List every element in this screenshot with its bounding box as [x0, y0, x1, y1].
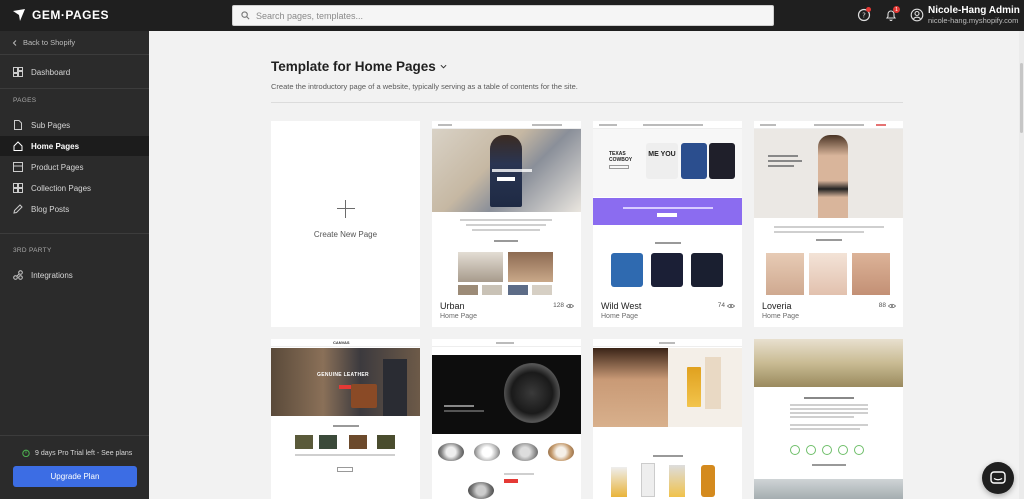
- view-count: 74: [718, 302, 735, 309]
- user-menu[interactable]: Nicole-Hang Admin nicole-hang.myshopify.…: [928, 5, 1020, 26]
- eye-icon: [888, 303, 896, 308]
- sidebar-item-label: Collection Pages: [31, 183, 92, 193]
- plus-icon: [336, 199, 355, 218]
- user-shop: nicole-hang.myshopify.com: [928, 16, 1019, 25]
- dashboard-icon: [13, 67, 23, 77]
- page-title[interactable]: Template for Home Pages: [271, 59, 447, 74]
- template-thumbnail: [593, 339, 742, 499]
- sidebar-item-label: Integrations: [31, 270, 73, 280]
- template-card-nature[interactable]: [754, 339, 903, 499]
- sidebar-item-home-pages[interactable]: Home Pages: [0, 136, 149, 156]
- divider: [0, 54, 149, 55]
- view-count-value: 128: [553, 302, 564, 309]
- template-thumbnail: [754, 339, 903, 499]
- sidebar-item-label: Blog Posts: [31, 204, 70, 214]
- user-avatar-icon[interactable]: [910, 8, 924, 22]
- help-dot: [866, 7, 871, 12]
- template-card-canvas[interactable]: CANVAS GENUINE LEATHER: [271, 339, 420, 499]
- view-count-value: 88: [878, 302, 886, 309]
- template-name: Loveria: [762, 301, 792, 311]
- thumb-headline: TEXAS COWBOY: [609, 151, 633, 163]
- divider: [0, 233, 149, 234]
- template-name: Wild West: [601, 301, 642, 311]
- chevron-down-icon: [440, 64, 447, 69]
- search-input[interactable]: [256, 10, 736, 21]
- eye-icon: [566, 303, 574, 308]
- trial-notice[interactable]: 9 days Pro Trial left - See plans: [22, 449, 132, 457]
- svg-text:?: ?: [862, 12, 866, 20]
- sidebar-item-label: Sub Pages: [31, 120, 71, 130]
- template-thumbnail: CANVAS GENUINE LEATHER: [271, 339, 420, 499]
- sidebar-item-blog-posts[interactable]: Blog Posts: [0, 199, 149, 219]
- thumb-tshirt-text: ME YOU: [646, 143, 678, 179]
- sidebar-item-sub-pages[interactable]: Sub Pages: [0, 115, 149, 135]
- template-card-watch[interactable]: [432, 339, 581, 499]
- pencil-icon: [13, 204, 23, 214]
- scrollbar[interactable]: [1019, 31, 1024, 499]
- template-card-perfume[interactable]: [593, 339, 742, 499]
- section-label-pages: PAGES: [13, 97, 37, 104]
- view-count: 128: [553, 302, 574, 309]
- template-thumbnail: [754, 121, 903, 295]
- timer-icon: [22, 449, 30, 457]
- user-name: Nicole-Hang Admin: [928, 5, 1020, 16]
- page-description: Create the introductory page of a websit…: [271, 82, 578, 91]
- divider: [271, 102, 903, 103]
- sidebar-item-label: Dashboard: [31, 67, 71, 77]
- search-bar[interactable]: [232, 5, 774, 26]
- view-count-value: 74: [717, 302, 725, 309]
- thumb-logo: CANVAS: [333, 340, 350, 345]
- chat-icon: [990, 470, 1006, 484]
- eye-icon: [727, 303, 735, 308]
- integrations-icon: [13, 270, 23, 280]
- page-title-text: Template for Home Pages: [271, 59, 436, 74]
- back-label: Back to Shopify: [23, 38, 76, 47]
- thumb-headline: GENUINE LEATHER: [317, 372, 369, 378]
- collection-icon: [13, 183, 23, 193]
- view-count: 88: [879, 302, 896, 309]
- sidebar-item-dashboard[interactable]: Dashboard: [0, 62, 149, 82]
- trial-text: 9 days Pro Trial left - See plans: [35, 449, 133, 457]
- sidebar-item-integrations[interactable]: Integrations: [0, 265, 149, 285]
- template-card-urban[interactable]: Urban Home Page 128: [432, 121, 581, 327]
- upgrade-plan-button[interactable]: Upgrade Plan: [13, 466, 137, 487]
- product-icon: [13, 162, 23, 172]
- gempages-logo[interactable]: GEM·PAGES: [12, 8, 109, 22]
- template-thumbnail: [432, 339, 581, 499]
- sidebar-item-label: Product Pages: [31, 162, 84, 172]
- section-label-third-party: 3RD PARTY: [13, 247, 52, 254]
- back-to-shopify-link[interactable]: Back to Shopify: [12, 38, 75, 47]
- sidebar-item-product-pages[interactable]: Product Pages: [0, 157, 149, 177]
- logo-text: GEM·PAGES: [32, 8, 109, 22]
- notification-badge: 1: [893, 6, 900, 13]
- template-type: Home Page: [601, 313, 638, 320]
- search-icon: [241, 11, 250, 20]
- create-new-page-label: Create New Page: [313, 229, 378, 239]
- sidebar-item-label: Home Pages: [31, 141, 80, 151]
- template-card-loveria[interactable]: Loveria Home Page 88: [754, 121, 903, 327]
- chat-button[interactable]: [982, 462, 1014, 494]
- top-bar: GEM·PAGES ? 1 Nicole-Hang Admin nicole-h…: [0, 0, 1024, 31]
- chevron-left-icon: [12, 39, 17, 46]
- template-type: Home Page: [762, 313, 799, 320]
- template-thumbnail: TEXAS COWBOY ME YOU: [593, 121, 742, 295]
- template-card-wild-west[interactable]: TEXAS COWBOY ME YOU Wild West Home Page …: [593, 121, 742, 327]
- template-name: Urban: [440, 301, 465, 311]
- create-new-page-card[interactable]: Create New Page: [271, 121, 420, 327]
- template-thumbnail: [432, 121, 581, 295]
- scrollbar-thumb[interactable]: [1020, 63, 1023, 133]
- file-icon: [14, 120, 22, 130]
- divider: [0, 88, 149, 89]
- sidebar-item-collection-pages[interactable]: Collection Pages: [0, 178, 149, 198]
- template-type: Home Page: [440, 313, 477, 320]
- logo-icon: [13, 9, 25, 21]
- sidebar: Back to Shopify Dashboard PAGES Sub Page…: [0, 31, 149, 499]
- home-icon: [13, 141, 23, 151]
- divider: [0, 435, 149, 436]
